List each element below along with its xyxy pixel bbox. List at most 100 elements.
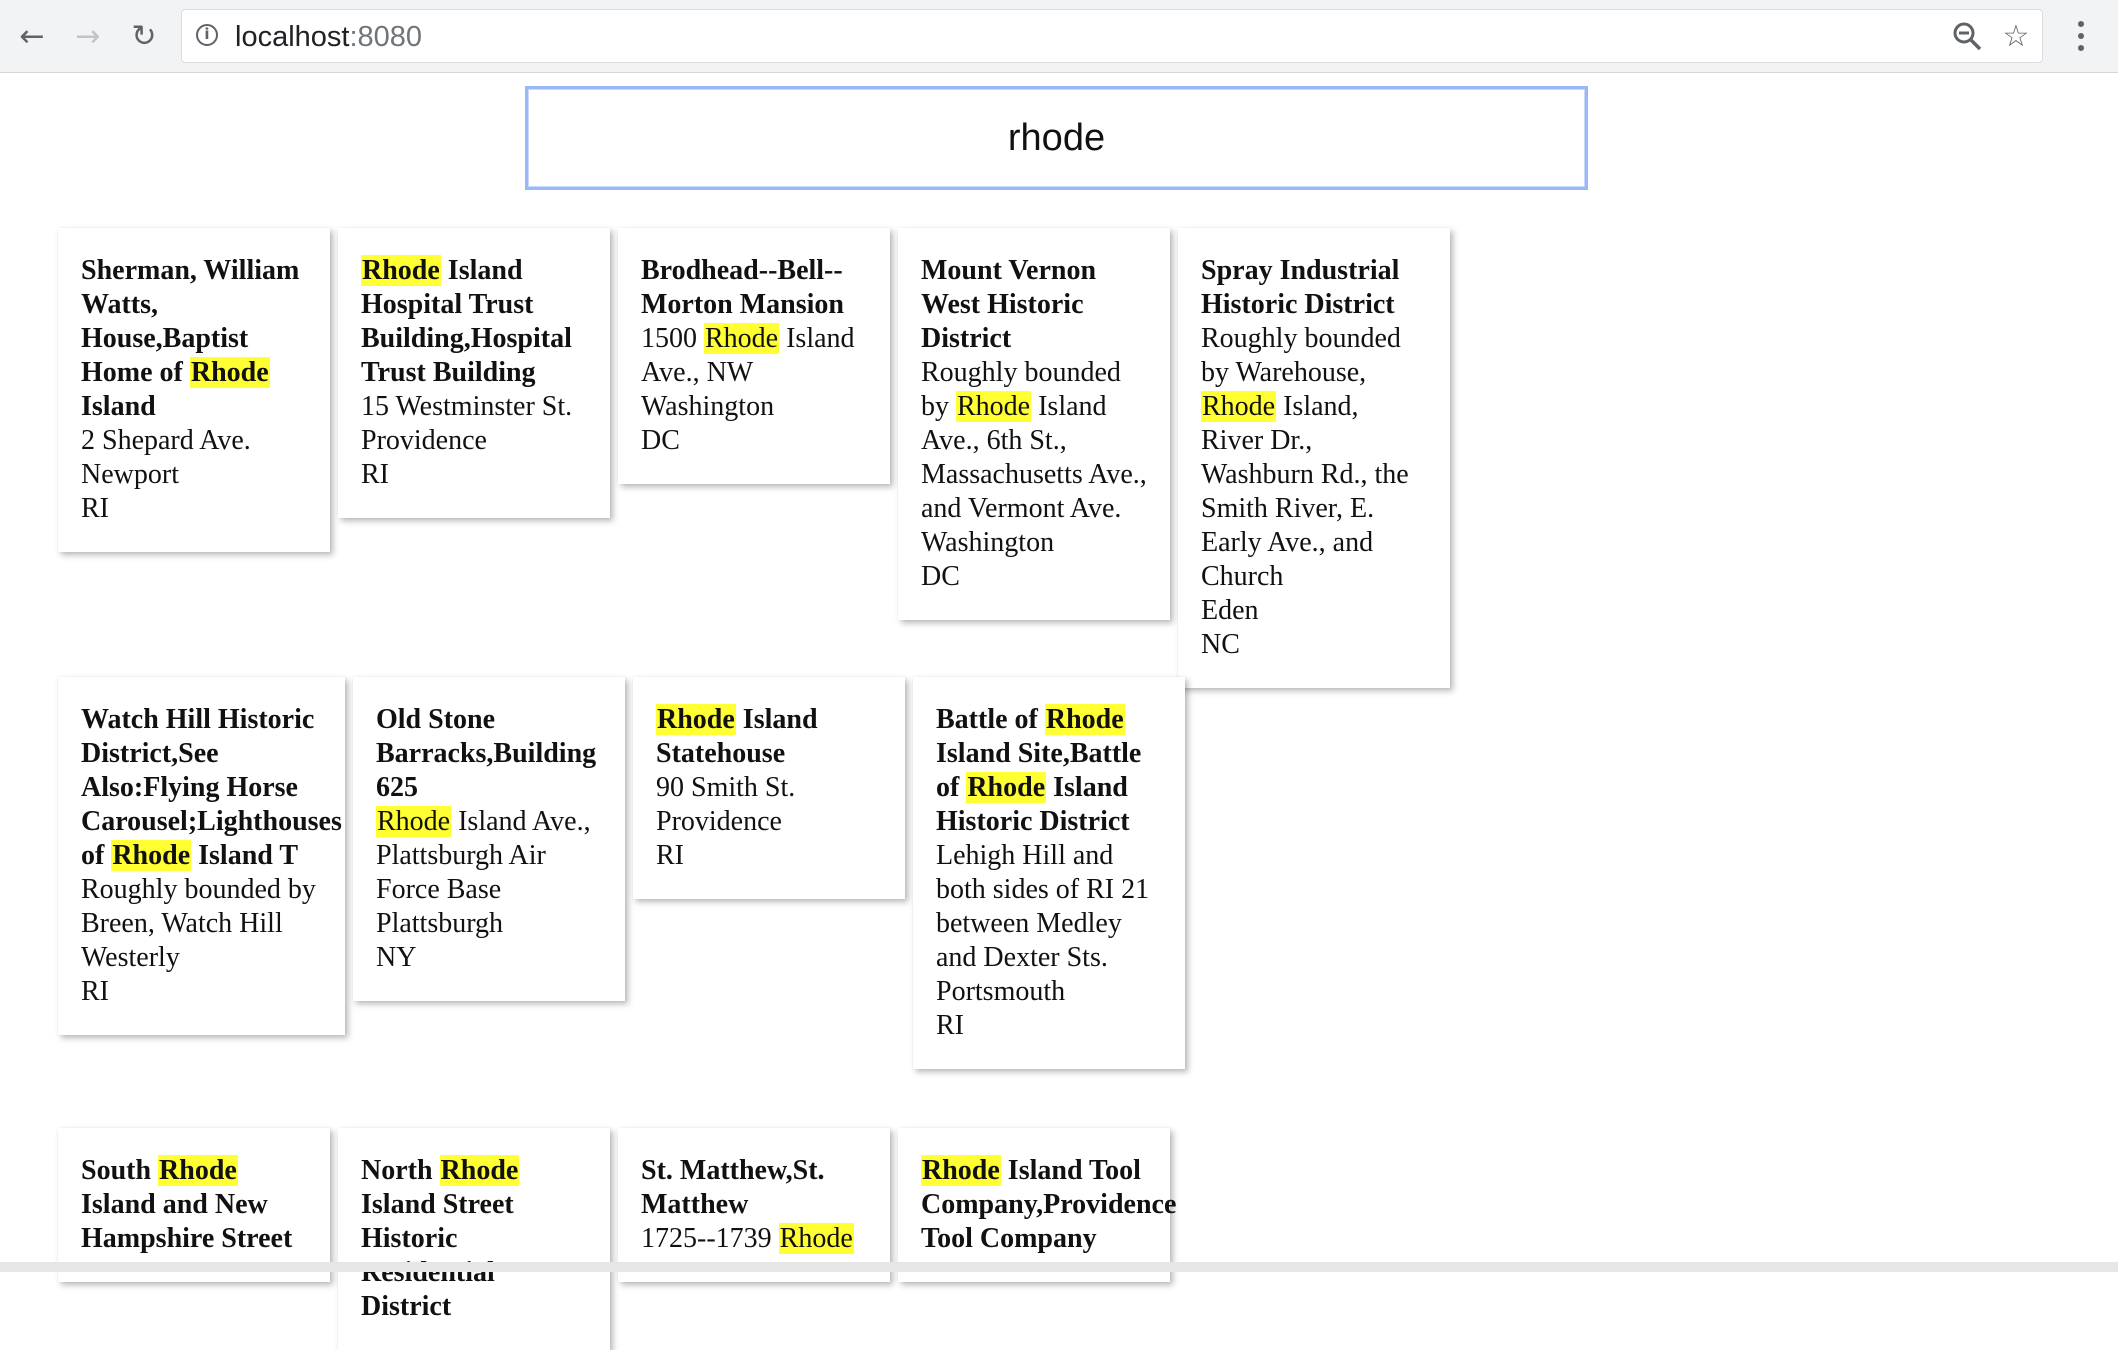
result-card[interactable]: Mount Vernon West Historic District Rough…	[898, 228, 1170, 620]
card-title: Watch Hill Historic District,See Also:Fl…	[81, 703, 342, 873]
result-card[interactable]: Watch Hill Historic District,See Also:Fl…	[58, 677, 345, 1035]
search-highlight: Rhode	[704, 323, 780, 354]
results-row: South Rhode Island and New Hampshire Str…	[58, 1128, 1176, 1350]
text-segment: Island T	[191, 840, 299, 871]
search-highlight: Rhode	[956, 391, 1032, 422]
kebab-menu-icon[interactable]	[2066, 14, 2096, 58]
card-title: Brodhead--Bell--Morton Mansion	[641, 254, 867, 322]
card-city: Plattsburgh	[376, 908, 504, 939]
card-city: Eden	[1201, 595, 1259, 626]
card-state: RI	[361, 459, 389, 490]
card-address: 2 Shepard Ave.	[81, 425, 251, 456]
card-state: NC	[1201, 629, 1240, 660]
info-icon[interactable]: i	[196, 24, 218, 46]
text-segment: Brodhead--Bell--Morton Mansion	[641, 255, 844, 320]
search-highlight: Rhode	[966, 772, 1047, 803]
result-card[interactable]: Sherman, William Watts, House,Baptist Ho…	[58, 228, 330, 552]
search-highlight: Rhode	[778, 1223, 854, 1254]
search-highlight: Rhode	[1044, 704, 1125, 735]
results-row: Sherman, William Watts, House,Baptist Ho…	[58, 228, 1450, 688]
card-title: Spray Industrial Historic District	[1201, 254, 1427, 322]
search-highlight: Rhode	[189, 357, 270, 388]
text-segment: Mount Vernon West Historic District	[921, 255, 1097, 354]
card-title: Mount Vernon West Historic District	[921, 254, 1147, 356]
card-state: NY	[376, 942, 417, 973]
zoom-out-icon[interactable]	[1949, 18, 1985, 54]
search-highlight: Rhode	[656, 704, 736, 735]
card-city: Westerly	[81, 942, 180, 973]
result-card[interactable]: St. Matthew,St. Matthew 1725--1739 Rhode	[618, 1128, 890, 1282]
url-text[interactable]: localhost:8080	[235, 20, 422, 54]
star-icon[interactable]: ☆	[1998, 18, 2034, 54]
text-segment: Island	[81, 391, 156, 422]
result-card[interactable]: North Rhode Island Street Historic Resid…	[338, 1128, 610, 1350]
card-state: DC	[921, 561, 960, 592]
result-card[interactable]: Rhode Island Hospital Trust Building,Hos…	[338, 228, 610, 518]
result-card[interactable]: Spray Industrial Historic District Roughl…	[1178, 228, 1450, 688]
text-segment: North	[361, 1155, 440, 1186]
text-segment: Roughly bounded by Warehouse,	[1201, 323, 1401, 388]
card-city: Washington	[641, 391, 775, 422]
text-segment: Island and New Hampshire Street	[81, 1189, 293, 1254]
card-title: Rhode Island Statehouse	[656, 703, 882, 771]
card-city: Washington	[921, 527, 1055, 558]
card-address: Roughly bounded by Rhode Island Ave., 6t…	[921, 356, 1147, 526]
card-address: 1500 Rhode Island Ave., NW	[641, 322, 867, 390]
card-title: Battle of Rhode Island Site,Battle of Rh…	[936, 703, 1162, 839]
forward-arrow-icon[interactable]: →	[66, 14, 110, 58]
card-state: RI	[936, 1010, 964, 1041]
url-host: localhost	[235, 21, 350, 53]
card-city: Providence	[656, 806, 782, 837]
card-title: Rhode Island Hospital Trust Building,Hos…	[361, 254, 587, 390]
address-bar[interactable]: i localhost:8080 ☆	[181, 9, 2043, 63]
card-address: 1725--1739 Rhode	[641, 1222, 867, 1256]
card-title: Sherman, William Watts, House,Baptist Ho…	[81, 254, 307, 424]
search-highlight: Rhode	[361, 255, 441, 286]
text-segment: Island Street Historic Residential Distr…	[361, 1189, 514, 1322]
card-state: RI	[81, 493, 109, 524]
card-address: 90 Smith St.	[656, 772, 796, 803]
card-state: RI	[81, 976, 109, 1007]
result-card[interactable]: Rhode Island Tool Company,Providence Too…	[898, 1128, 1176, 1282]
text-segment: South	[81, 1155, 159, 1186]
reload-icon[interactable]: ↻	[122, 14, 166, 58]
card-title: St. Matthew,St. Matthew	[641, 1154, 867, 1222]
card-city: Portsmouth	[936, 976, 1066, 1007]
card-title: South Rhode Island and New Hampshire Str…	[81, 1154, 307, 1256]
card-title: Old Stone Barracks,Building 625	[376, 703, 602, 805]
url-port: :8080	[349, 21, 423, 53]
card-title: Rhode Island Tool Company,Providence Too…	[921, 1154, 1176, 1256]
text-segment: Spray Industrial Historic District	[1201, 255, 1400, 320]
text-segment: 1725--1739	[641, 1223, 779, 1254]
result-card[interactable]: Brodhead--Bell--Morton Mansion 1500 Rhode…	[618, 228, 890, 484]
card-state: RI	[656, 840, 684, 871]
card-address: Roughly bounded by Warehouse, Rhode Isla…	[1201, 322, 1427, 594]
text-segment: 1500	[641, 323, 704, 354]
text-segment: St. Matthew,St. Matthew	[641, 1155, 825, 1220]
search-highlight: Rhode	[921, 1155, 1001, 1186]
text-segment: Battle of	[936, 704, 1045, 735]
card-address: Roughly bounded by Breen, Watch Hill	[81, 874, 316, 939]
card-state: DC	[641, 425, 680, 456]
card-address: Rhode Island Ave., Plattsburgh Air Force…	[376, 805, 602, 907]
result-card[interactable]: Old Stone Barracks,Building 625 Rhode Isl…	[353, 677, 625, 1001]
search-highlight: Rhode	[439, 1155, 520, 1186]
card-city: Providence	[361, 425, 487, 456]
card-title: North Rhode Island Street Historic Resid…	[361, 1154, 587, 1324]
card-address: 15 Westminster St.	[361, 391, 573, 422]
horizontal-scrollbar[interactable]	[0, 1262, 2118, 1272]
search-highlight: Rhode	[1201, 391, 1277, 422]
card-city: Newport	[81, 459, 179, 490]
search-highlight: Rhode	[158, 1155, 238, 1186]
browser-toolbar: ← → ↻ i localhost:8080 ☆	[0, 0, 2118, 73]
results-row: Watch Hill Historic District,See Also:Fl…	[58, 677, 1185, 1069]
card-address: Lehigh Hill and both sides of RI 21 betw…	[936, 840, 1150, 973]
search-input[interactable]	[525, 86, 1588, 190]
search-highlight: Rhode	[111, 840, 192, 871]
back-arrow-icon[interactable]: ←	[10, 14, 54, 58]
result-card[interactable]: Battle of Rhode Island Site,Battle of Rh…	[913, 677, 1185, 1069]
search-highlight: Rhode	[376, 806, 452, 837]
result-card[interactable]: South Rhode Island and New Hampshire Str…	[58, 1128, 330, 1282]
result-card[interactable]: Rhode Island Statehouse 90 Smith St. Provi…	[633, 677, 905, 899]
text-segment: Old Stone Barracks,Building 625	[376, 704, 597, 803]
